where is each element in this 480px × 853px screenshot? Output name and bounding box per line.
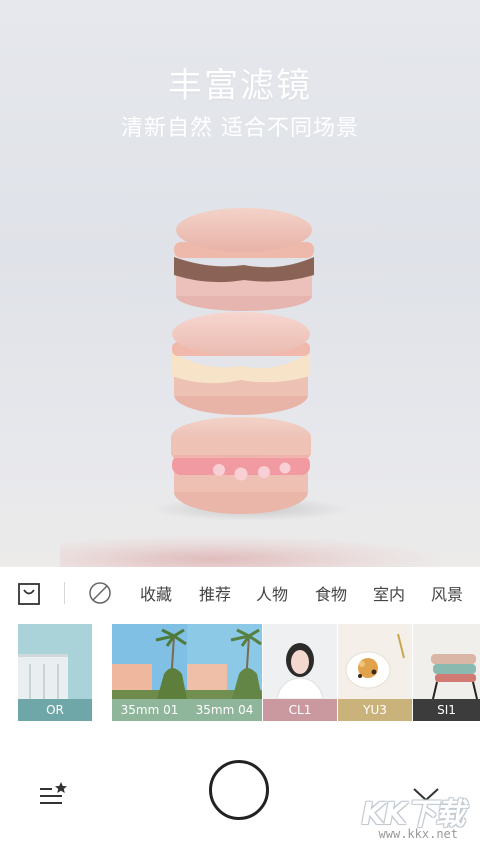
macaron-top	[174, 208, 314, 311]
filter-thumbnail	[187, 624, 262, 699]
no-filter-icon[interactable]	[88, 581, 112, 605]
tab-food[interactable]: 食物	[315, 581, 347, 605]
filter-item-yu3[interactable]: YU3	[338, 624, 412, 721]
filter-label: SI1	[413, 699, 480, 721]
filter-item-si1[interactable]: SI1	[413, 624, 480, 721]
filter-item-35mm-04[interactable]: 35mm 04	[187, 624, 262, 721]
filter-thumbnail	[18, 624, 92, 699]
watermark: KK下载 www.kkx.net	[352, 789, 472, 849]
filter-item-35mm-01[interactable]: 35mm 01	[112, 624, 187, 721]
filter-label: CL1	[263, 699, 337, 721]
filter-item-cl1[interactable]: CL1	[263, 624, 337, 721]
watermark-url: www.kkx.net	[378, 827, 458, 841]
filter-label: 35mm 04	[187, 699, 262, 721]
macaron-middle	[172, 312, 310, 415]
shopping-bag-icon[interactable]	[16, 581, 42, 607]
tab-people[interactable]: 人物	[256, 581, 288, 605]
filter-label: YU3	[338, 699, 412, 721]
macaron-bottom	[171, 417, 311, 514]
filter-list: OR 35mm 01 35mm 04 CL1 YU3 SI1	[0, 624, 480, 722]
filter-thumbnail	[263, 624, 337, 699]
macaron-stack-image	[171, 208, 314, 514]
category-divider	[64, 582, 65, 604]
hero-preview: 丰富滤镜 清新自然 适合不同场景	[0, 0, 480, 567]
tab-scenery[interactable]: 风景	[431, 581, 463, 605]
filter-thumbnail	[413, 624, 480, 699]
list-star-icon[interactable]	[38, 780, 70, 810]
tab-favorites[interactable]: 收藏	[140, 581, 172, 605]
filter-label: 35mm 01	[112, 699, 187, 721]
filter-thumbnail	[112, 624, 187, 699]
shutter-button[interactable]	[209, 760, 269, 820]
filter-thumbnail	[338, 624, 412, 699]
tab-recommended[interactable]: 推荐	[199, 581, 231, 605]
filter-label: OR	[18, 699, 92, 721]
filter-category-bar: 收藏 推荐 人物 食物 室内 风景	[0, 567, 480, 619]
filter-item-or[interactable]: OR	[18, 624, 92, 721]
tab-indoor[interactable]: 室内	[373, 581, 405, 605]
